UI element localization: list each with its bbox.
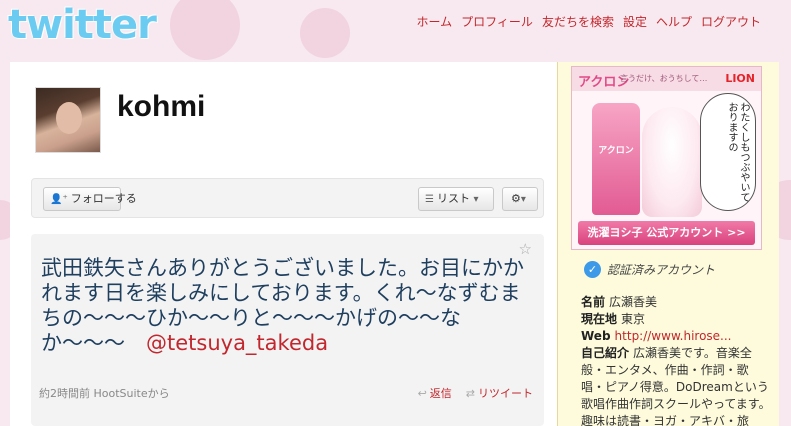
follow-button[interactable]: 👤⁺ フォローする <box>43 187 137 211</box>
location-label: 現在地 <box>581 312 618 326</box>
tweet-text: 武田鉄矢さんありがとうございました。お目にかかれます日を楽しみにしております。く… <box>41 256 533 356</box>
top-nav: ホーム プロフィール 友だちを検索 設定 ヘルプ ログアウト <box>417 13 761 30</box>
ad-product-bottle: アクロン <box>592 103 640 215</box>
tweet-actions: ↩ 返信 ⇄ リツイート <box>418 385 533 401</box>
info-name-row: 名前 広瀬香美 <box>581 294 771 311</box>
retweet-icon: ⇄ <box>465 387 475 400</box>
sidebar-ad[interactable]: アクロン 言うだけ、おうちして… LION アクロン わたくしもつぶやいておりま… <box>571 66 762 250</box>
follow-label: フォローする <box>70 192 137 205</box>
gear-menu-button[interactable]: ⚙▾ <box>502 187 538 211</box>
top-bar: twitter ホーム プロフィール 友だちを検索 設定 ヘルプ ログアウト <box>0 0 791 62</box>
avatar[interactable] <box>35 87 101 153</box>
ad-bottle-label: アクロン <box>598 146 634 156</box>
location-value: 東京 <box>621 312 646 326</box>
nav-settings[interactable]: 設定 <box>623 13 647 30</box>
gear-icon: ⚙ <box>511 192 521 205</box>
reply-icon: ↩ <box>417 387 427 400</box>
web-label: Web <box>581 329 611 343</box>
list-button[interactable]: ☰ リスト ▾ <box>418 187 494 211</box>
name-label: 名前 <box>581 295 606 309</box>
profile-username: kohmi <box>117 90 206 123</box>
ad-speech-bubble: わたくしもつぶやいておりますの <box>700 93 756 211</box>
nav-profile[interactable]: プロフィール <box>461 13 533 30</box>
tweet-meta: 約2時間前 HootSuiteから <box>39 385 170 401</box>
ad-maker-logo: LION <box>725 72 755 85</box>
main-column: kohmi 👤⁺ フォローする ☰ リスト ▾ ⚙▾ ☆ 武田鉄矢さんありがとうござ… <box>10 62 557 426</box>
list-label: リスト <box>436 192 470 205</box>
bio-label: 自己紹介 <box>581 346 630 360</box>
profile-info: 名前 広瀬香美 現在地 東京 Web http://www.hirose... 自己紹… <box>581 294 771 426</box>
chevron-down-icon: ▾ <box>520 194 526 205</box>
chevron-down-icon: ▾ <box>473 194 479 205</box>
web-link[interactable]: http://www.hirose... <box>615 329 732 343</box>
tweet-mention[interactable]: @tetsuya_takeda <box>146 331 328 355</box>
reply-action[interactable]: ↩ 返信 <box>418 385 452 401</box>
ad-illustration <box>642 107 702 217</box>
nav-find-friends[interactable]: 友だちを検索 <box>542 13 614 30</box>
retweet-label: リツイート <box>478 387 533 400</box>
profile-sidebar: アクロン 言うだけ、おうちして… LION アクロン わたくしもつぶやいておりま… <box>557 62 779 426</box>
verified-label: 認証済みアカウント <box>607 263 716 277</box>
info-location-row: 現在地 東京 <box>581 311 771 328</box>
verified-check-icon: ✓ <box>584 261 601 278</box>
info-bio-row: 自己紹介 広瀬香美です。音楽全般・エンタメ、作曲・作詞・歌唱・ピアノ得意。DoDr… <box>581 345 771 426</box>
retweet-action[interactable]: ⇄ リツイート <box>466 385 533 401</box>
nav-logout[interactable]: ログアウト <box>701 13 761 30</box>
reply-label: 返信 <box>429 387 452 400</box>
profile-action-bar: 👤⁺ フォローする ☰ リスト ▾ ⚙▾ <box>31 178 544 218</box>
tweet-timestamp[interactable]: 約2時間前 HootSuiteから <box>39 387 170 400</box>
ad-cta-button[interactable]: 洗濯ヨシ子 公式アカウント >> <box>578 221 755 245</box>
add-user-icon: 👤⁺ <box>50 194 68 205</box>
list-icon: ☰ <box>425 194 434 205</box>
ad-tagline: 言うだけ、おうちして… <box>620 74 708 83</box>
twitter-logo[interactable]: twitter <box>8 2 157 48</box>
name-value: 広瀬香美 <box>609 295 658 309</box>
info-web-row: Web http://www.hirose... <box>581 328 771 345</box>
avatar-face <box>56 102 82 134</box>
nav-help[interactable]: ヘルプ <box>656 13 692 30</box>
nav-home[interactable]: ホーム <box>417 13 453 30</box>
verified-account: ✓ 認証済みアカウント <box>584 261 715 278</box>
tweet: ☆ 武田鉄矢さんありがとうございました。お目にかかれます日を楽しみにしております… <box>31 234 544 426</box>
